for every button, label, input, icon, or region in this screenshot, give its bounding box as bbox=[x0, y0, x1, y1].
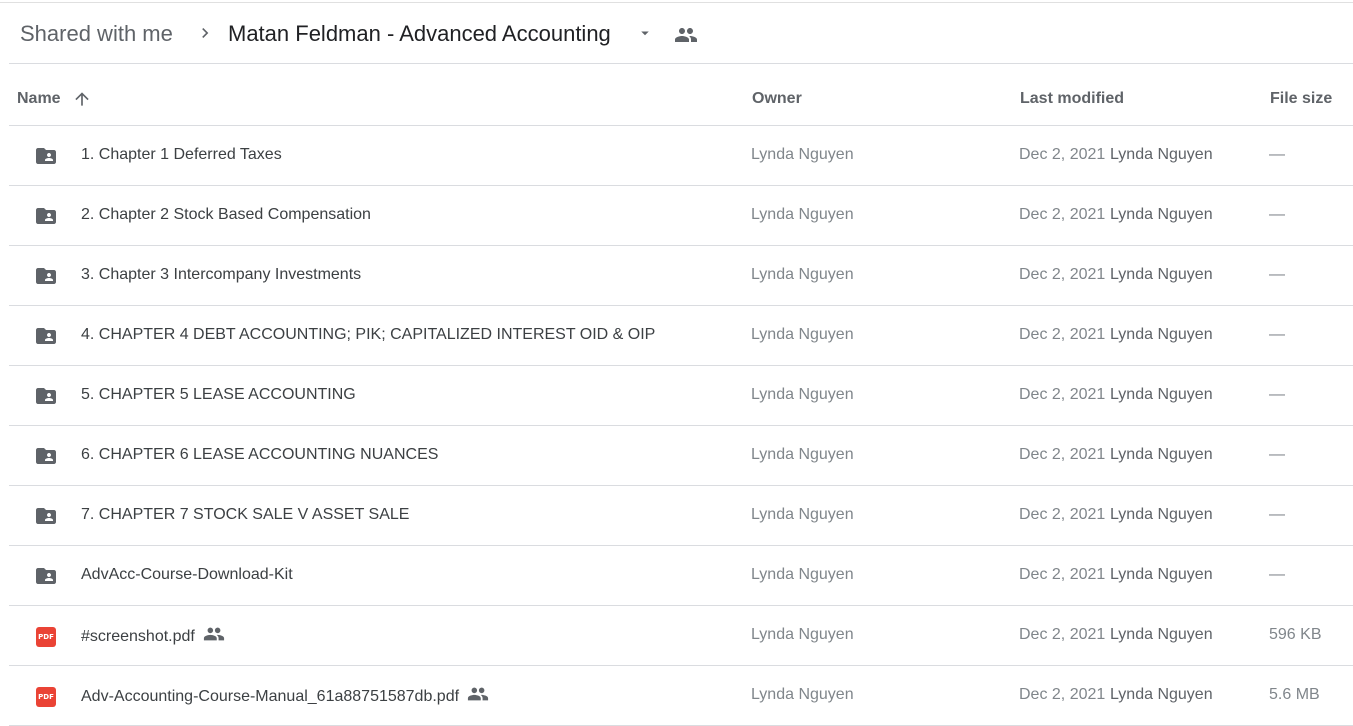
table-row[interactable]: AdvAcc-Course-Download-Kit Lynda Nguyen De… bbox=[9, 546, 1353, 606]
file-name-cell: 6. CHAPTER 6 LEASE ACCOUNTING NUANCES bbox=[81, 446, 438, 464]
shared-folder-icon bbox=[33, 324, 59, 348]
file-size-cell: — bbox=[1269, 206, 1285, 223]
modified-by: Lynda Nguyen bbox=[1110, 146, 1213, 163]
table-row[interactable]: 5. CHAPTER 5 LEASE ACCOUNTING Lynda Nguye… bbox=[9, 366, 1353, 426]
file-name: #screenshot.pdf bbox=[81, 628, 195, 646]
file-name-cell: AdvAcc-Course-Download-Kit bbox=[81, 566, 293, 584]
arrow-upward-icon[interactable] bbox=[72, 89, 92, 109]
modified-by: Lynda Nguyen bbox=[1110, 446, 1213, 463]
owner-cell: Lynda Nguyen bbox=[751, 626, 854, 643]
file-name-cell: 2. Chapter 2 Stock Based Compensation bbox=[81, 206, 371, 224]
modified-date: Dec 2, 2021 bbox=[1019, 686, 1106, 703]
file-name: 6. CHAPTER 6 LEASE ACCOUNTING NUANCES bbox=[81, 446, 439, 463]
file-name-cell: #screenshot.pdf bbox=[81, 626, 225, 648]
breadcrumb: Shared with me Matan Feldman - Advanced … bbox=[9, 4, 1353, 64]
column-header-row: Name Owner Last modified File size bbox=[9, 64, 1353, 126]
modified-by: Lynda Nguyen bbox=[1110, 566, 1213, 583]
column-last-modified[interactable]: Last modified bbox=[1020, 90, 1124, 108]
modified-date: Dec 2, 2021 bbox=[1019, 626, 1106, 643]
modified-by: Lynda Nguyen bbox=[1110, 326, 1213, 343]
owner-cell: Lynda Nguyen bbox=[751, 566, 854, 583]
file-list: 1. Chapter 1 Deferred Taxes Lynda Nguyen D… bbox=[9, 126, 1353, 726]
file-name-cell: Adv-Accounting-Course-Manual_61a88751587… bbox=[81, 686, 489, 708]
people-icon bbox=[467, 683, 489, 705]
arrow-drop-down-icon[interactable] bbox=[636, 24, 654, 42]
file-size-cell: — bbox=[1269, 566, 1285, 583]
breadcrumb-current-folder[interactable]: Matan Feldman - Advanced Accounting bbox=[228, 21, 611, 47]
table-row[interactable]: 3. Chapter 3 Intercompany Investments Lyn… bbox=[9, 246, 1353, 306]
file-name: 2. Chapter 2 Stock Based Compensation bbox=[81, 206, 371, 223]
column-file-size[interactable]: File size bbox=[1270, 90, 1332, 108]
modified-by: Lynda Nguyen bbox=[1110, 686, 1213, 703]
owner-cell: Lynda Nguyen bbox=[751, 326, 854, 343]
column-name[interactable]: Name bbox=[17, 90, 61, 108]
shared-folder-icon bbox=[33, 204, 59, 228]
pdf-icon: PDF bbox=[36, 687, 56, 707]
file-name: 3. Chapter 3 Intercompany Investments bbox=[81, 266, 362, 283]
file-size-cell: — bbox=[1269, 326, 1285, 343]
owner-cell: Lynda Nguyen bbox=[751, 206, 854, 223]
modified-date: Dec 2, 2021 bbox=[1019, 206, 1106, 223]
file-name-cell: 4. CHAPTER 4 DEBT ACCOUNTING; PIK; CAPIT… bbox=[81, 326, 655, 344]
chevron-right-icon bbox=[202, 28, 209, 38]
modified-date: Dec 2, 2021 bbox=[1019, 506, 1106, 523]
shared-folder-icon bbox=[33, 504, 59, 528]
table-row[interactable]: 4. CHAPTER 4 DEBT ACCOUNTING; PIK; CAPIT… bbox=[9, 306, 1353, 366]
table-row[interactable]: 7. CHAPTER 7 STOCK SALE V ASSET SALE Lynd… bbox=[9, 486, 1353, 546]
file-name: 5. CHAPTER 5 LEASE ACCOUNTING bbox=[81, 386, 356, 403]
modified-by: Lynda Nguyen bbox=[1110, 386, 1213, 403]
owner-cell: Lynda Nguyen bbox=[751, 386, 854, 403]
modified-date: Dec 2, 2021 bbox=[1019, 566, 1106, 583]
shared-folder-icon bbox=[33, 444, 59, 468]
file-size-cell: 596 KB bbox=[1269, 626, 1322, 643]
table-row[interactable]: PDF Adv-Accounting-Course-Manual_61a88751… bbox=[9, 666, 1353, 726]
modified-date: Dec 2, 2021 bbox=[1019, 326, 1106, 343]
modified-date: Dec 2, 2021 bbox=[1019, 266, 1106, 283]
file-name: Adv-Accounting-Course-Manual_61a88751587… bbox=[81, 688, 460, 706]
column-owner[interactable]: Owner bbox=[752, 90, 802, 108]
breadcrumb-shared-with-me[interactable]: Shared with me bbox=[20, 21, 173, 47]
modified-date: Dec 2, 2021 bbox=[1019, 146, 1106, 163]
modified-by: Lynda Nguyen bbox=[1110, 266, 1213, 283]
modified-by: Lynda Nguyen bbox=[1110, 626, 1213, 643]
owner-cell: Lynda Nguyen bbox=[751, 266, 854, 283]
table-row[interactable]: 1. Chapter 1 Deferred Taxes Lynda Nguyen D… bbox=[9, 126, 1353, 186]
table-row[interactable]: 6. CHAPTER 6 LEASE ACCOUNTING NUANCES Lyn… bbox=[9, 426, 1353, 486]
file-name-cell: 7. CHAPTER 7 STOCK SALE V ASSET SALE bbox=[81, 506, 409, 524]
file-name-cell: 3. Chapter 3 Intercompany Investments bbox=[81, 266, 361, 284]
file-name: 7. CHAPTER 7 STOCK SALE V ASSET SALE bbox=[81, 506, 410, 523]
file-name: 1. Chapter 1 Deferred Taxes bbox=[81, 146, 282, 163]
shared-folder-icon bbox=[33, 384, 59, 408]
owner-cell: Lynda Nguyen bbox=[751, 506, 854, 523]
table-row[interactable]: 2. Chapter 2 Stock Based Compensation Lyn… bbox=[9, 186, 1353, 246]
file-size-cell: — bbox=[1269, 386, 1285, 403]
shared-folder-icon bbox=[33, 264, 59, 288]
people-icon bbox=[203, 623, 225, 645]
pdf-icon: PDF bbox=[36, 627, 56, 647]
modified-date: Dec 2, 2021 bbox=[1019, 446, 1106, 463]
modified-date: Dec 2, 2021 bbox=[1019, 386, 1106, 403]
owner-cell: Lynda Nguyen bbox=[751, 146, 854, 163]
file-name-cell: 5. CHAPTER 5 LEASE ACCOUNTING bbox=[81, 386, 356, 404]
file-name-cell: 1. Chapter 1 Deferred Taxes bbox=[81, 146, 282, 164]
people-icon bbox=[675, 28, 697, 42]
file-size-cell: — bbox=[1269, 146, 1285, 163]
file-name: AdvAcc-Course-Download-Kit bbox=[81, 566, 293, 583]
file-size-cell: — bbox=[1269, 446, 1285, 463]
modified-by: Lynda Nguyen bbox=[1110, 206, 1213, 223]
file-size-cell: — bbox=[1269, 506, 1285, 523]
file-size-cell: 5.6 MB bbox=[1269, 686, 1320, 703]
file-size-cell: — bbox=[1269, 266, 1285, 283]
shared-folder-icon bbox=[33, 144, 59, 168]
file-name: 4. CHAPTER 4 DEBT ACCOUNTING; PIK; CAPIT… bbox=[81, 326, 656, 343]
modified-by: Lynda Nguyen bbox=[1110, 506, 1213, 523]
top-divider bbox=[0, 2, 1353, 3]
shared-folder-icon bbox=[33, 564, 59, 588]
table-row[interactable]: PDF #screenshot.pdf Lynda Nguyen Dec 2, 202… bbox=[9, 606, 1353, 666]
owner-cell: Lynda Nguyen bbox=[751, 686, 854, 703]
owner-cell: Lynda Nguyen bbox=[751, 446, 854, 463]
